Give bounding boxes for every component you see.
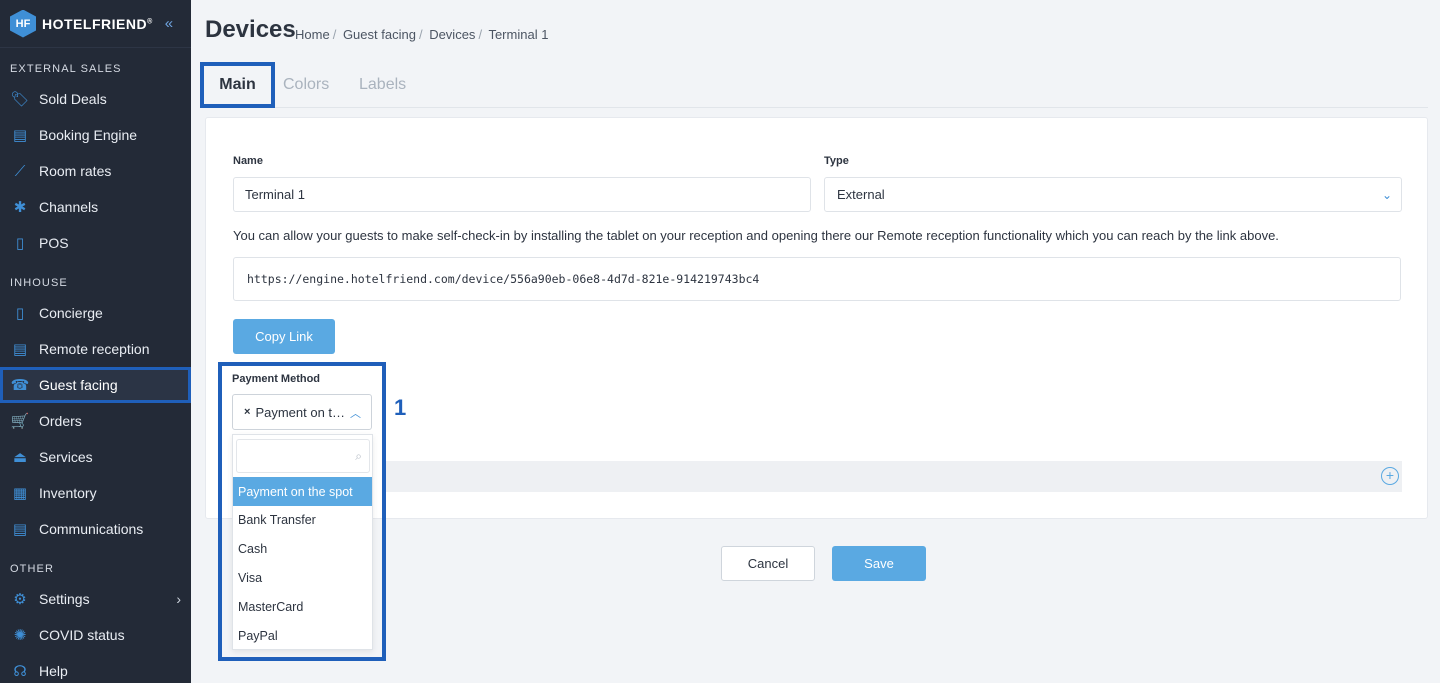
sidebar-item-orders[interactable]: 🛒 Orders — [0, 403, 191, 439]
channels-icon: ✱ — [13, 199, 27, 216]
payment-method-value: Payment on the spot — [255, 404, 347, 420]
helper-text: You can allow your guests to make self-c… — [233, 228, 1279, 243]
chevron-down-icon: ⌄ — [1381, 188, 1392, 202]
sidebar-item-settings[interactable]: ⚙ Settings › — [0, 581, 191, 617]
type-select[interactable]: External ⌄ — [824, 177, 1402, 212]
chevron-up-icon: ︿ — [350, 408, 361, 420]
device-link-field[interactable]: https://engine.hotelfriend.com/device/55… — [233, 257, 1401, 301]
sidebar-item-pos[interactable]: ▯ POS — [0, 225, 191, 261]
sidebar-item-label: Channels — [39, 199, 99, 215]
payment-method-label: Payment Method — [232, 373, 321, 385]
inventory-icon: ▦ — [12, 485, 28, 502]
tab-colors[interactable]: Colors — [283, 62, 329, 108]
payment-method-dropdown: ⌕ Payment on the spot Bank Transfer Cash Vi… — [232, 434, 373, 650]
breadcrumb-guest-facing[interactable]: Guest facing — [343, 27, 416, 42]
booking-engine-icon: ▤ — [12, 127, 28, 144]
tab-labels[interactable]: Labels — [359, 62, 406, 108]
guest-facing-icon: ☎ — [10, 377, 30, 394]
brand-name: HOTELFRIEND® — [42, 15, 153, 32]
cloche-icon: ⏏ — [12, 449, 28, 466]
sidebar-item-channels[interactable]: ✱ Channels — [0, 189, 191, 225]
sidebar-section-title: OTHER — [10, 563, 54, 575]
virus-icon: ✺ — [13, 627, 27, 644]
collapse-sidebar-icon[interactable]: « — [165, 15, 173, 32]
sidebar-item-label: Help — [39, 663, 68, 679]
chevron-right-icon: › — [176, 591, 181, 607]
sidebar-item-covid-status[interactable]: ✺ COVID status — [0, 617, 191, 653]
sidebar-item-label: Communications — [39, 521, 144, 537]
annotation-number: 1 — [394, 395, 407, 420]
sidebar: HF HOTELFRIEND® « EXTERNAL SALES 🏷 Sold De… — [0, 0, 191, 683]
type-label: Type — [824, 155, 849, 167]
payment-option[interactable]: Cash — [233, 535, 372, 564]
sidebar-item-remote-reception[interactable]: ▤ Remote reception — [0, 331, 191, 367]
breadcrumb: Home / Guest facing / Devices / Terminal 1 — [295, 27, 549, 42]
sidebar-item-label: Sold Deals — [39, 91, 107, 107]
payment-option[interactable]: Visa — [233, 563, 372, 592]
copy-link-button[interactable]: Copy Link — [233, 319, 335, 354]
sidebar-item-label: Remote reception — [39, 341, 150, 357]
sidebar-item-booking-engine[interactable]: ▤ Booking Engine — [0, 117, 191, 153]
name-input[interactable]: Terminal 1 — [233, 177, 811, 212]
payment-search-input[interactable]: ⌕ — [236, 439, 370, 473]
add-circle-icon[interactable]: + — [1381, 467, 1399, 485]
payment-option[interactable]: Payment on the spot — [233, 477, 372, 506]
concierge-icon: ▯ — [15, 305, 25, 322]
breadcrumb-devices[interactable]: Devices — [429, 27, 475, 42]
sidebar-item-label: Booking Engine — [39, 127, 138, 143]
save-button[interactable]: Save — [832, 546, 926, 581]
sidebar-item-guest-facing[interactable]: ☎ Guest facing — [0, 367, 191, 403]
payment-option[interactable]: PayPal — [233, 621, 372, 650]
sidebar-item-label: Services — [39, 449, 93, 465]
main-content: Devices Home / Guest facing / Devices / Ter… — [191, 0, 1440, 683]
page-title: Devices — [205, 16, 296, 43]
sidebar-item-label: COVID status — [39, 627, 125, 643]
headset-icon: ☊ — [13, 663, 27, 680]
sidebar-item-label: Orders — [39, 413, 82, 429]
search-icon: ⌕ — [355, 449, 362, 463]
sidebar-item-sold-deals[interactable]: 🏷 Sold Deals — [0, 81, 191, 117]
gear-icon: ⚙ — [13, 591, 27, 608]
payment-option[interactable]: MasterCard — [233, 592, 372, 621]
remove-tag-icon[interactable]: × — [244, 406, 250, 418]
remote-reception-icon: ▤ — [12, 341, 28, 358]
pos-icon: ▯ — [15, 235, 25, 252]
sidebar-item-label: Guest facing — [39, 377, 118, 393]
sidebar-item-communications[interactable]: ▤ Communications — [0, 511, 191, 547]
sidebar-item-room-rates[interactable]: ⟋ Room rates — [0, 153, 191, 189]
tab-bar: Main Colors Labels — [200, 62, 1428, 108]
brand-row: HF HOTELFRIEND® « — [0, 0, 191, 48]
collapsible-section-bar[interactable]: + — [382, 461, 1402, 492]
sidebar-nav: EXTERNAL SALES 🏷 Sold Deals ▤ Booking Engine… — [0, 57, 191, 683]
type-value: External — [837, 187, 885, 202]
sidebar-item-services[interactable]: ⏏ Services — [0, 439, 191, 475]
sidebar-item-label: Room rates — [39, 163, 112, 179]
device-form-card: Name Terminal 1 Type External ⌄ You can … — [205, 117, 1428, 519]
hotelfriend-logo-icon: HF — [10, 9, 36, 38]
breadcrumb-current: Terminal 1 — [488, 27, 549, 42]
chart-line-icon: ⟋ — [14, 162, 26, 180]
tab-main[interactable]: Main — [200, 62, 275, 108]
name-label: Name — [233, 155, 263, 167]
sidebar-section-title: INHOUSE — [10, 277, 68, 289]
sidebar-item-help[interactable]: ☊ Help — [0, 653, 191, 683]
chat-icon: ▤ — [12, 521, 28, 538]
sidebar-section-title: EXTERNAL SALES — [10, 63, 122, 75]
sidebar-item-label: Settings — [39, 591, 90, 607]
payment-option[interactable]: Bank Transfer — [233, 506, 372, 535]
sidebar-item-label: POS — [39, 235, 69, 251]
tag-icon: 🏷 — [10, 91, 30, 108]
cart-icon: 🛒 — [10, 413, 30, 430]
breadcrumb-home[interactable]: Home — [295, 27, 330, 42]
sidebar-item-inventory[interactable]: ▦ Inventory — [0, 475, 191, 511]
sidebar-item-label: Concierge — [39, 305, 103, 321]
sidebar-item-label: Inventory — [39, 485, 97, 501]
cancel-button[interactable]: Cancel — [721, 546, 815, 581]
sidebar-item-concierge[interactable]: ▯ Concierge — [0, 295, 191, 331]
payment-method-select[interactable]: × Payment on the spot ︿ — [232, 394, 372, 430]
